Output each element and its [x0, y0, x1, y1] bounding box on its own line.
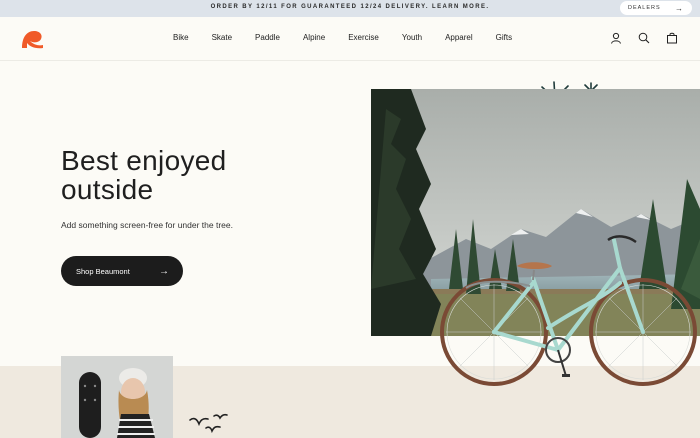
cart-icon[interactable]	[666, 32, 678, 44]
product-thumbnail[interactable]	[61, 356, 173, 438]
announcement-bar: ORDER BY 12/11 FOR GUARANTEED 12/24 DELI…	[0, 0, 700, 17]
brand-logo[interactable]	[19, 28, 45, 50]
hero-subtitle: Add something screen-free for under the …	[61, 220, 233, 230]
dealers-button[interactable]: DEALERS →	[620, 1, 692, 15]
nav-item-youth[interactable]: Youth	[402, 33, 422, 42]
nav-item-paddle[interactable]: Paddle	[255, 33, 280, 42]
nav-item-skate[interactable]: Skate	[212, 33, 232, 42]
nav-item-bike[interactable]: Bike	[173, 33, 189, 42]
site-header: Bike Skate Paddle Alpine Exercise Youth …	[0, 17, 700, 61]
nav-item-alpine[interactable]: Alpine	[303, 33, 325, 42]
bike-illustration	[440, 235, 697, 386]
shop-beaumont-button[interactable]: Shop Beaumont →	[61, 256, 183, 286]
nav-item-exercise[interactable]: Exercise	[348, 33, 379, 42]
search-icon[interactable]	[638, 32, 650, 44]
cta-label: Shop Beaumont	[76, 266, 130, 276]
announcement-text[interactable]: ORDER BY 12/11 FOR GUARANTEED 12/24 DELI…	[0, 4, 700, 10]
account-icon[interactable]	[610, 32, 622, 44]
main-nav: Bike Skate Paddle Alpine Exercise Youth …	[173, 33, 512, 42]
arrow-right-icon: →	[675, 3, 684, 13]
nav-item-apparel[interactable]: Apparel	[445, 33, 473, 42]
arrow-right-icon: →	[159, 265, 169, 277]
hero-headline: Best enjoyed outside	[61, 145, 227, 205]
birds-doodle	[189, 413, 228, 434]
dealers-label: DEALERS	[628, 5, 661, 11]
nav-item-gifts[interactable]: Gifts	[496, 33, 512, 42]
